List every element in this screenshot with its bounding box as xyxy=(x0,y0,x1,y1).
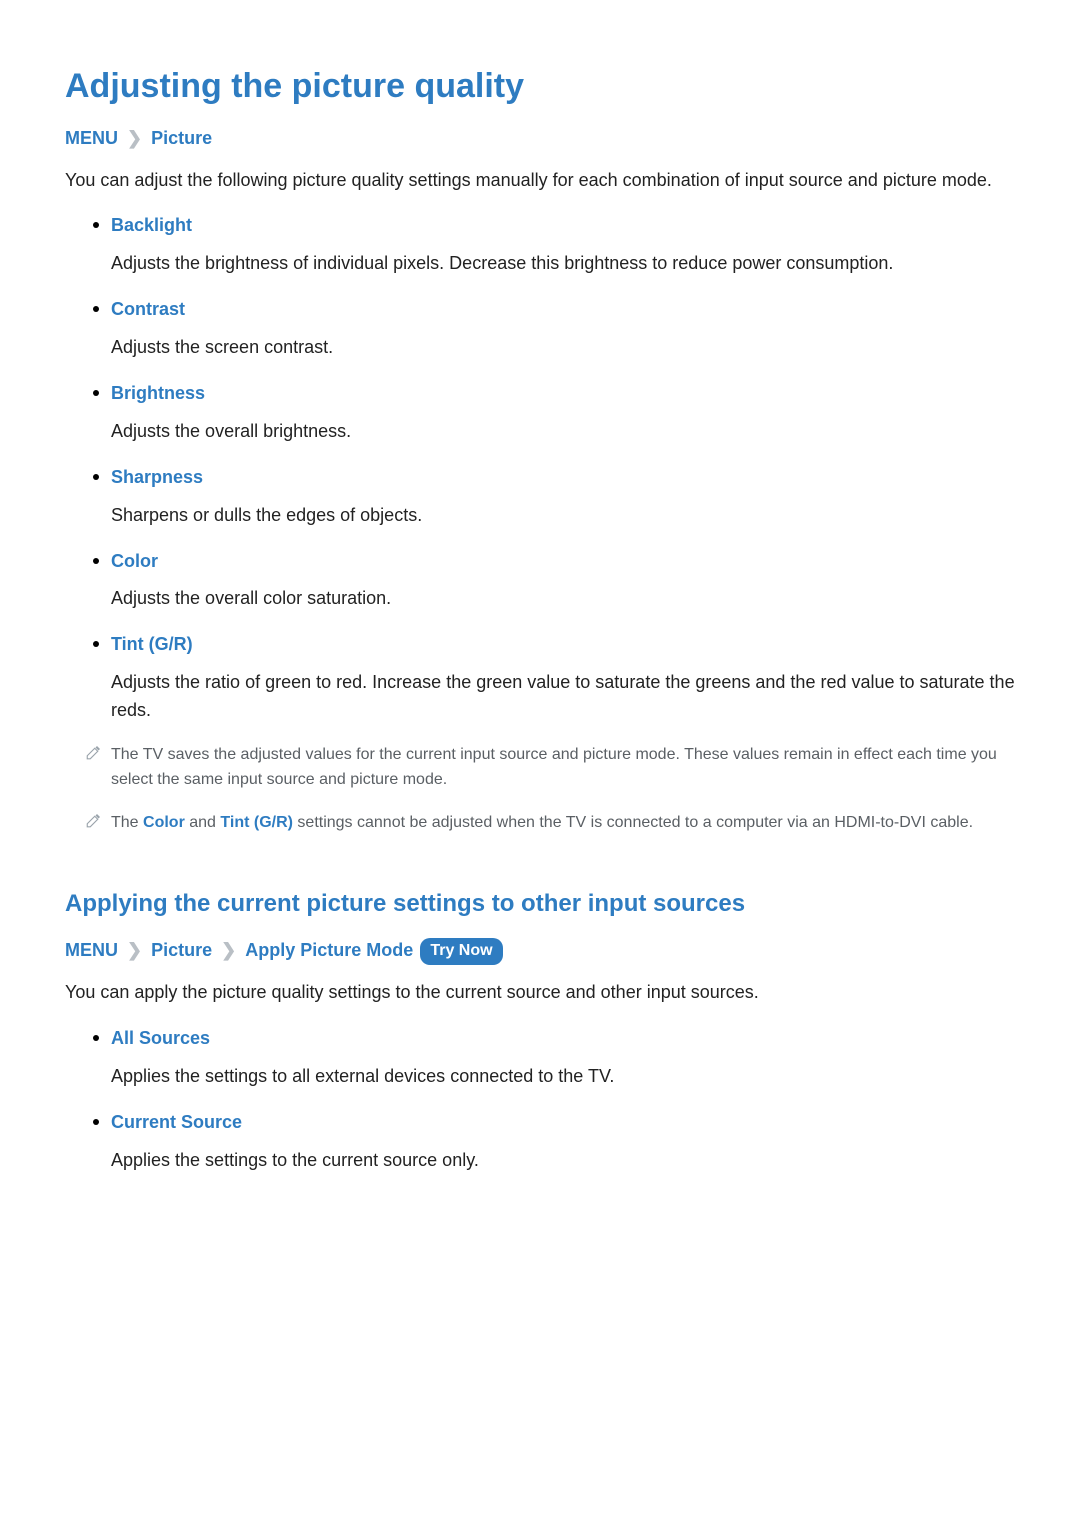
chevron-right-icon: ❯ xyxy=(221,940,236,960)
breadcrumb-apply-picture-mode: MENU ❯ Picture ❯ Apply Picture Mode Try … xyxy=(65,937,1015,966)
page-content: Adjusting the picture quality MENU ❯ Pic… xyxy=(0,0,1080,1235)
setting-desc: Adjusts the screen contrast. xyxy=(111,334,1015,362)
setting-desc: Adjusts the overall color saturation. xyxy=(111,585,1015,613)
note-text: The TV saves the adjusted values for the… xyxy=(111,746,997,788)
apply-mode-list: All Sources Applies the settings to all … xyxy=(65,1025,1015,1175)
apply-title-all-sources: All Sources xyxy=(111,1025,1015,1053)
pencil-icon xyxy=(85,743,103,761)
chevron-right-icon: ❯ xyxy=(127,940,142,960)
note-keyword-color: Color xyxy=(143,814,185,831)
section2-intro: You can apply the picture quality settin… xyxy=(65,979,1015,1007)
note-keyword-tint: Tint (G/R) xyxy=(220,814,293,831)
setting-desc: Adjusts the ratio of green to red. Incre… xyxy=(111,669,1015,725)
note-text-pre: The xyxy=(111,814,143,831)
apply-title-current-source: Current Source xyxy=(111,1109,1015,1137)
page-title: Adjusting the picture quality xyxy=(65,60,1015,113)
settings-list: Backlight Adjusts the brightness of indi… xyxy=(65,212,1015,725)
intro-text: You can adjust the following picture qua… xyxy=(65,167,1015,195)
breadcrumb-menu: MENU xyxy=(65,128,118,148)
note-text-post: settings cannot be adjusted when the TV … xyxy=(293,814,973,831)
setting-desc: Sharpens or dulls the edges of objects. xyxy=(111,502,1015,530)
list-item: Contrast Adjusts the screen contrast. xyxy=(65,296,1015,362)
section-title-apply: Applying the current picture settings to… xyxy=(65,885,1015,922)
list-item: Brightness Adjusts the overall brightnes… xyxy=(65,380,1015,446)
note-block: The TV saves the adjusted values for the… xyxy=(65,743,1015,793)
list-item: Color Adjusts the overall color saturati… xyxy=(65,548,1015,614)
apply-desc: Applies the settings to all external dev… xyxy=(111,1063,1015,1091)
setting-title-color: Color xyxy=(111,548,1015,576)
try-now-badge[interactable]: Try Now xyxy=(420,938,502,966)
breadcrumb-picture: MENU ❯ Picture xyxy=(65,125,1015,153)
breadcrumb-picture-label: Picture xyxy=(151,128,212,148)
list-item: All Sources Applies the settings to all … xyxy=(65,1025,1015,1091)
list-item: Sharpness Sharpens or dulls the edges of… xyxy=(65,464,1015,530)
breadcrumb-apply-label: Apply Picture Mode xyxy=(245,940,413,960)
list-item: Backlight Adjusts the brightness of indi… xyxy=(65,212,1015,278)
breadcrumb-picture-label: Picture xyxy=(151,940,212,960)
chevron-right-icon: ❯ xyxy=(127,128,142,148)
setting-title-tint: Tint (G/R) xyxy=(111,631,1015,659)
pencil-icon xyxy=(85,811,103,829)
setting-desc: Adjusts the overall brightness. xyxy=(111,418,1015,446)
note-block: The Color and Tint (G/R) settings cannot… xyxy=(65,811,1015,836)
setting-title-sharpness: Sharpness xyxy=(111,464,1015,492)
setting-title-brightness: Brightness xyxy=(111,380,1015,408)
list-item: Current Source Applies the settings to t… xyxy=(65,1109,1015,1175)
setting-desc: Adjusts the brightness of individual pix… xyxy=(111,250,1015,278)
setting-title-backlight: Backlight xyxy=(111,212,1015,240)
breadcrumb-menu: MENU xyxy=(65,940,118,960)
setting-title-contrast: Contrast xyxy=(111,296,1015,324)
list-item: Tint (G/R) Adjusts the ratio of green to… xyxy=(65,631,1015,725)
apply-desc: Applies the settings to the current sour… xyxy=(111,1147,1015,1175)
note-text-mid: and xyxy=(185,814,221,831)
